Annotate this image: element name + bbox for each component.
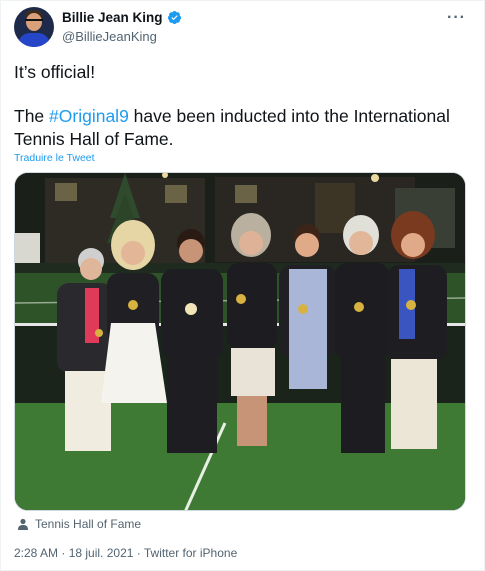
more-dots-icon[interactable]: ··· xyxy=(447,9,466,27)
tweet-text-line1: It’s official! xyxy=(14,62,96,82)
location-tag[interactable]: Tennis Hall of Fame xyxy=(17,517,141,531)
avatar-shirt xyxy=(18,33,50,47)
verified-badge-icon xyxy=(167,10,181,25)
author-handle[interactable]: @BillieJeanKing xyxy=(62,29,157,44)
tweet-card: Billie Jean King @BillieJeanKing ··· It’… xyxy=(0,0,485,571)
author-name-row: Billie Jean King xyxy=(62,10,182,25)
photo-illustration xyxy=(15,173,465,510)
tweet-text-before: The xyxy=(14,106,50,126)
translate-tweet-link[interactable]: Traduire le Tweet xyxy=(14,152,95,164)
tweet-photo[interactable] xyxy=(14,172,466,511)
tweet-text-body: The #Original9 have been inducted into t… xyxy=(14,105,474,151)
person-icon xyxy=(18,518,28,530)
tweet-time[interactable]: 2:28 AM xyxy=(14,546,58,560)
avatar-glasses xyxy=(25,19,43,23)
author-display-name[interactable]: Billie Jean King xyxy=(62,10,163,25)
tweet-meta: 2:28 AM · 18 juil. 2021 · Twitter for iP… xyxy=(14,546,237,560)
location-label: Tennis Hall of Fame xyxy=(35,517,142,531)
meta-separator: · xyxy=(58,546,69,560)
meta-separator: · xyxy=(133,546,144,560)
hashtag-link[interactable]: #Original9 xyxy=(49,106,129,126)
author-avatar[interactable] xyxy=(14,7,54,47)
tweet-source[interactable]: Twitter for iPhone xyxy=(144,546,237,560)
tweet-date[interactable]: 18 juil. 2021 xyxy=(69,546,134,560)
